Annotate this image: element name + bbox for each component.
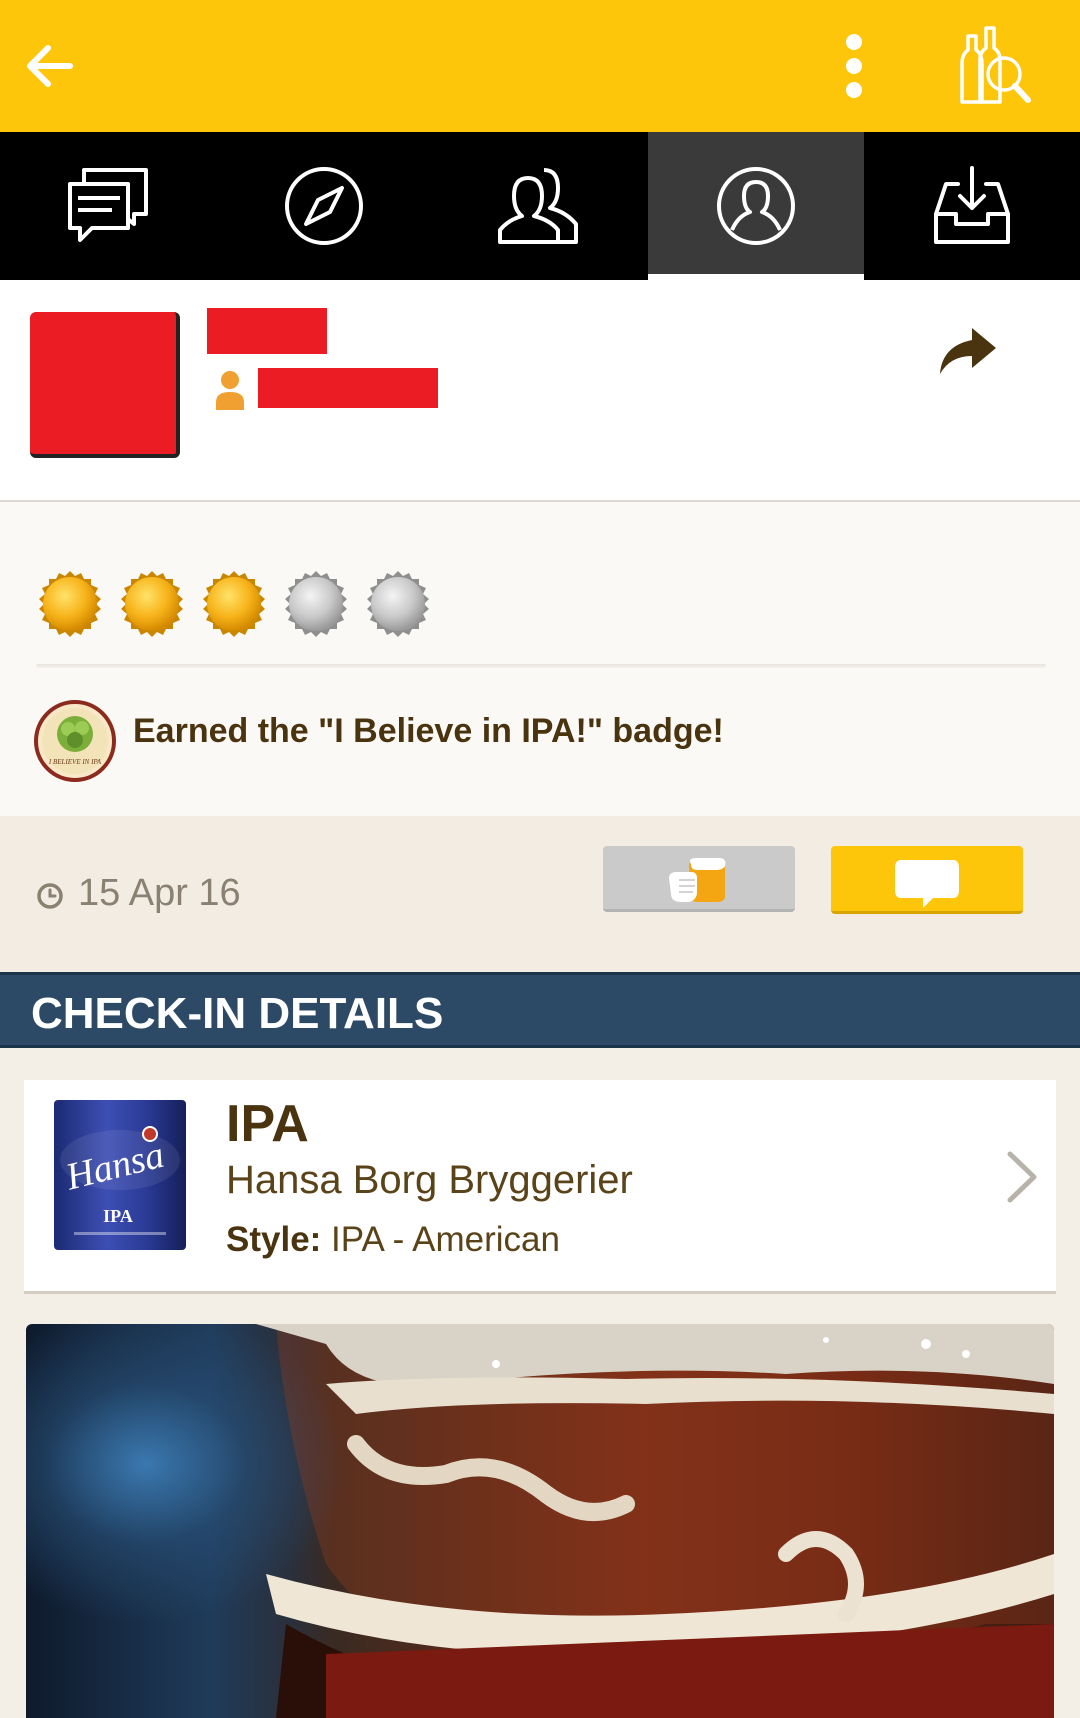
bottle-cap-empty-icon xyxy=(285,571,347,637)
comment-button[interactable] xyxy=(831,846,1023,914)
can-style-text: IPA xyxy=(103,1206,133,1226)
avatar[interactable] xyxy=(30,312,180,458)
profile-icon xyxy=(717,167,795,245)
checkin-actions: 15 Apr 16 xyxy=(0,816,1080,972)
clock-icon xyxy=(37,883,63,909)
style-label: Style: xyxy=(226,1220,322,1259)
tab-bar xyxy=(0,132,1080,280)
brewery-name: Hansa Borg Bryggerier xyxy=(226,1158,633,1202)
badge-image-text: I BELIEVE IN IPA xyxy=(48,758,102,766)
divider xyxy=(36,664,1046,668)
beer-can-art: Hansa IPA xyxy=(60,1126,180,1235)
inbox-download-icon xyxy=(934,166,1010,244)
chevron-right-icon xyxy=(1007,1151,1037,1203)
compass-icon xyxy=(285,167,363,245)
beer-name: IPA xyxy=(226,1095,309,1153)
arrow-left-icon[interactable] xyxy=(18,36,78,96)
toast-button[interactable] xyxy=(603,846,795,912)
rating-section: I BELIEVE IN IPA Earned the "I Believe i… xyxy=(0,502,1080,816)
person-icon xyxy=(216,371,244,410)
checkin-photo[interactable] xyxy=(26,1324,1054,1718)
checkin-date: 15 Apr 16 xyxy=(78,872,241,914)
tab-friends[interactable] xyxy=(432,132,648,280)
comment-bubble-icon xyxy=(895,860,959,908)
bottle-cap-empty-icon xyxy=(367,571,429,637)
tab-profile[interactable] xyxy=(648,132,864,280)
app-bar xyxy=(0,0,1080,132)
style-value: IPA - American xyxy=(331,1220,560,1259)
section-title: CHECK-IN DETAILS xyxy=(31,989,444,1038)
bottle-cap-filled-icon xyxy=(121,571,183,637)
redacted-location[interactable] xyxy=(258,368,438,408)
toast-icon xyxy=(669,858,726,902)
tab-inbox[interactable] xyxy=(864,132,1080,280)
beer-search-icon[interactable] xyxy=(948,24,1034,108)
share-icon[interactable] xyxy=(936,326,998,376)
beer-style: Style: IPA - American xyxy=(226,1220,560,1260)
checkin-user-header xyxy=(0,280,1080,502)
beer-label-image: Hansa IPA xyxy=(54,1100,186,1250)
beer-card[interactable]: Hansa IPA IPA Hansa Borg Bryggerier Styl… xyxy=(24,1080,1056,1294)
bottle-cap-filled-icon xyxy=(203,571,265,637)
badge-earned-text[interactable]: Earned the "I Believe in IPA!" badge! xyxy=(133,712,724,751)
beer-glass-photo xyxy=(256,1324,1054,1718)
ipa-badge-icon[interactable]: I BELIEVE IN IPA xyxy=(34,700,116,782)
chat-bubbles-icon xyxy=(68,168,148,242)
tab-activity[interactable] xyxy=(0,132,216,280)
friends-icon xyxy=(498,168,578,244)
section-header: CHECK-IN DETAILS xyxy=(0,972,1080,1048)
more-vertical-icon[interactable] xyxy=(830,30,878,102)
bottle-cap-filled-icon xyxy=(39,571,101,637)
redacted-username[interactable] xyxy=(207,308,327,354)
tab-discover[interactable] xyxy=(216,132,432,280)
